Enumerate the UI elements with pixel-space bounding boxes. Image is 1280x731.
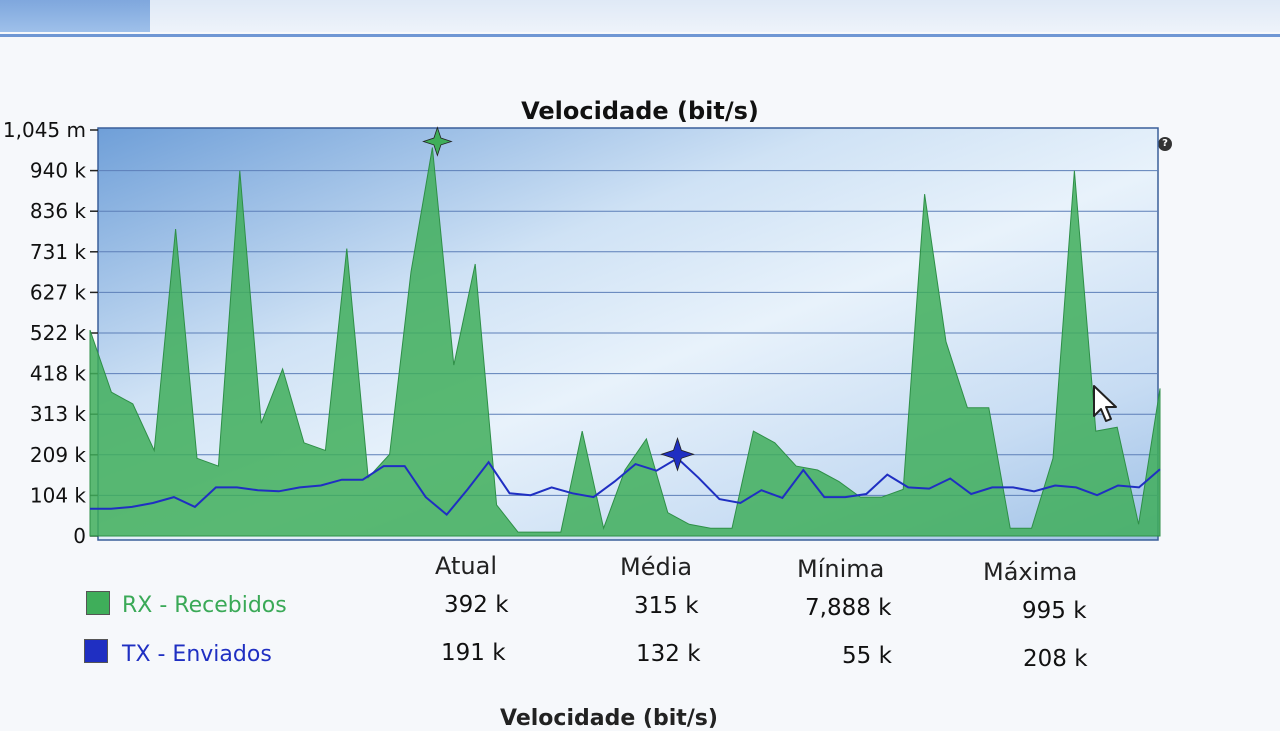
header-maxima: Máxima bbox=[983, 558, 1078, 586]
y-tick-label: 209 k bbox=[30, 443, 87, 467]
tx-legend-swatch[interactable] bbox=[84, 639, 108, 663]
rx-legend-swatch[interactable] bbox=[86, 591, 110, 615]
y-tick-label: 731 k bbox=[30, 240, 87, 264]
y-axis-ticks: 1,045 m 940 k 836 k 731 k 627 k 522 k 418 k 313… bbox=[3, 118, 98, 548]
mouse-cursor-icon bbox=[1093, 385, 1117, 422]
tx-legend-label[interactable]: TX - Enviados bbox=[122, 642, 272, 667]
y-tick-label: 0 bbox=[73, 524, 86, 548]
tx-atual: 191 k bbox=[441, 640, 506, 666]
y-tick-label: 627 k bbox=[30, 280, 87, 304]
rx-media: 315 k bbox=[634, 593, 699, 619]
y-tick-label: 418 k bbox=[30, 362, 87, 386]
rx-maxima: 995 k bbox=[1022, 598, 1087, 624]
y-tick-label: 940 k bbox=[30, 159, 87, 183]
rx-minima: 7,888 k bbox=[805, 595, 892, 621]
y-tick-label: 522 k bbox=[30, 321, 87, 345]
y-tick-label: 836 k bbox=[30, 199, 87, 223]
y-tick-label: 104 k bbox=[30, 483, 87, 507]
tx-media: 132 k bbox=[636, 641, 701, 667]
header-atual: Atual bbox=[435, 552, 497, 580]
rx-legend-label[interactable]: RX - Recebidos bbox=[122, 593, 287, 618]
y-tick-label: 313 k bbox=[30, 402, 87, 426]
tx-minima: 55 k bbox=[842, 643, 892, 669]
header-minima: Mínima bbox=[797, 555, 885, 583]
rx-atual: 392 k bbox=[444, 592, 509, 618]
velocity-chart: 1,045 m 940 k 836 k 731 k 627 k 522 k 418 k 313… bbox=[3, 118, 1161, 548]
y-tick-label: 1,045 m bbox=[3, 118, 86, 142]
tx-maxima: 208 k bbox=[1023, 646, 1088, 672]
header-media: Média bbox=[620, 553, 693, 581]
next-chart-title: Velocidade (bit/s) bbox=[500, 706, 718, 731]
